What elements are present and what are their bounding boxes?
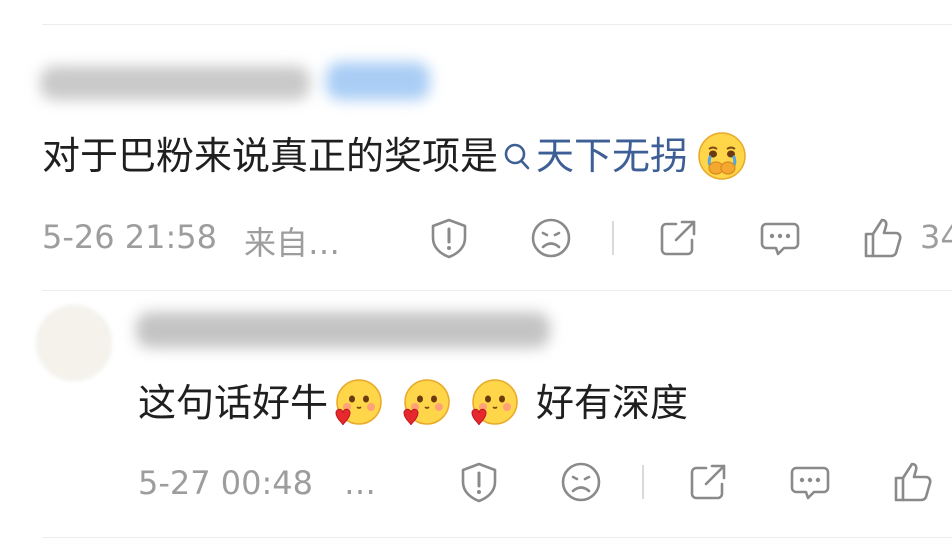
- shy-heart-emoji-icon: [468, 377, 520, 429]
- comment-2-body-before: 这句话好牛: [138, 381, 329, 425]
- comment-2-more[interactable]: …: [344, 464, 376, 502]
- comment-divider: [42, 290, 952, 291]
- username-blurred[interactable]: [40, 66, 310, 100]
- report-shield-icon[interactable]: [457, 460, 501, 504]
- sad-face-icon[interactable]: [529, 216, 573, 260]
- share-icon[interactable]: [686, 460, 730, 504]
- share-icon[interactable]: [656, 216, 700, 260]
- sad-face-icon[interactable]: [559, 460, 603, 504]
- topic-link-label: 天下无拐: [536, 134, 689, 178]
- action-separator: [642, 465, 644, 499]
- comment-2-text: 这句话好牛 好有深度: [138, 377, 688, 429]
- comment-1-like-count: 34: [920, 218, 952, 256]
- comment-2-time: 5-27 00:48: [138, 464, 314, 502]
- comment-1-body: 对于巴粉来说真正的奖项是: [42, 134, 499, 178]
- user-badge-blurred: [326, 62, 430, 100]
- comment-bubble-icon[interactable]: [758, 216, 802, 260]
- thumbs-up-icon[interactable]: [890, 460, 934, 504]
- thumbs-up-icon[interactable]: [860, 216, 904, 260]
- comment-2-body-after: 好有深度: [536, 381, 689, 425]
- action-separator: [612, 221, 614, 255]
- search-icon: [504, 143, 530, 170]
- shy-heart-emoji-icon: [400, 377, 452, 429]
- comment-1-time: 5-26 21:58: [42, 218, 218, 256]
- comment-1-source[interactable]: 来自…: [244, 218, 340, 264]
- comment-1-text: 对于巴粉来说真正的奖项是 天下无拐: [42, 130, 752, 182]
- bottom-divider: [42, 537, 952, 538]
- shy-heart-emoji-icon: [332, 377, 384, 429]
- username-blurred[interactable]: [136, 312, 550, 348]
- avatar[interactable]: [36, 305, 112, 381]
- topic-link[interactable]: 天下无拐: [502, 132, 688, 180]
- comment-bubble-icon[interactable]: [788, 460, 832, 504]
- top-divider: [42, 24, 952, 25]
- crying-hands-emoji-icon: [696, 130, 748, 182]
- report-shield-icon[interactable]: [427, 216, 471, 260]
